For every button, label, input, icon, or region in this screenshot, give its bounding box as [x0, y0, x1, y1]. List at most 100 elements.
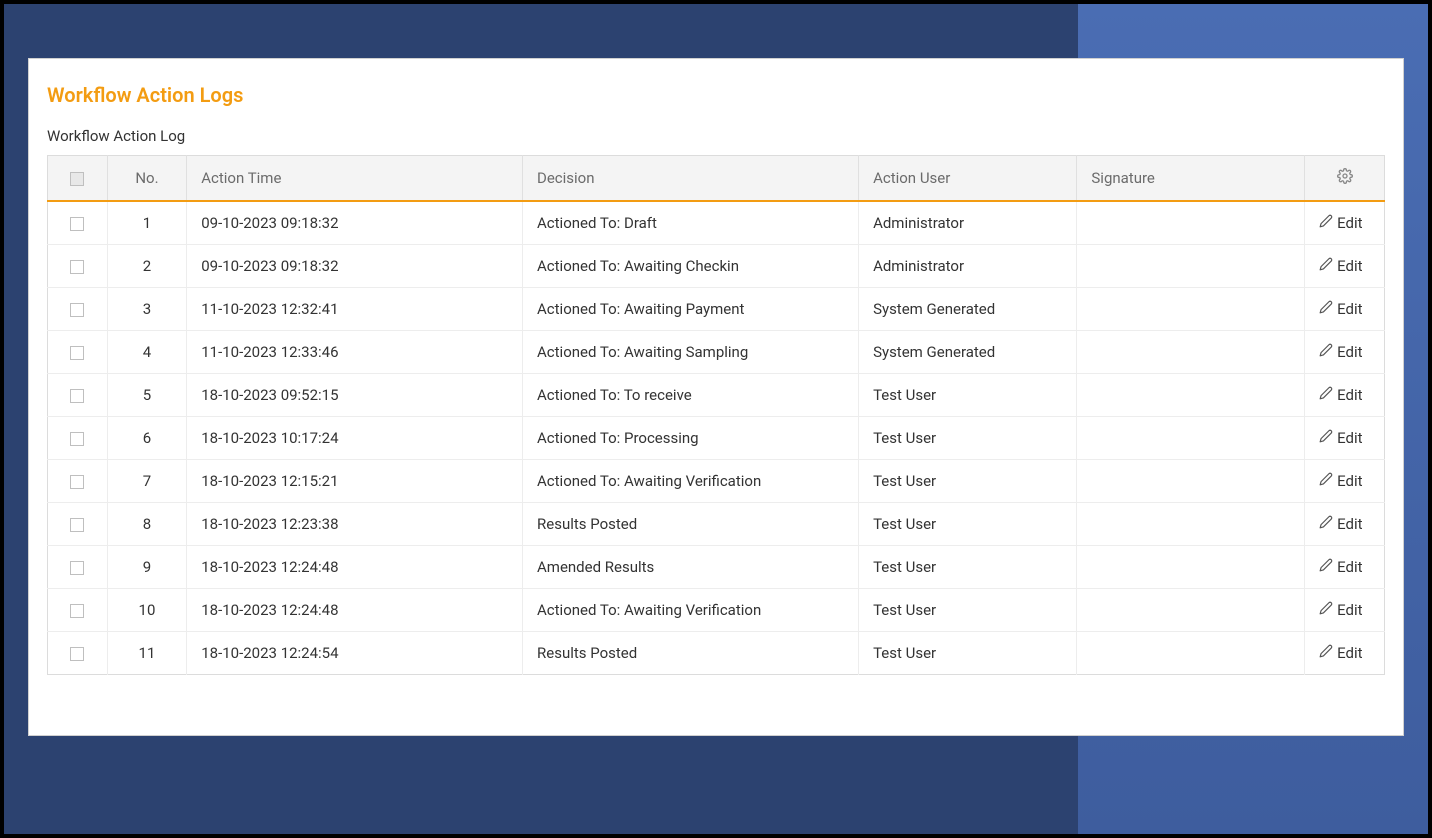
edit-label: Edit — [1337, 601, 1362, 619]
cell-no: 4 — [107, 331, 187, 374]
table-row: 209-10-2023 09:18:32Actioned To: Awaitin… — [48, 245, 1385, 288]
cell-no: 1 — [107, 201, 187, 245]
cell-signature — [1077, 417, 1305, 460]
row-checkbox[interactable] — [70, 346, 84, 360]
pencil-icon — [1319, 515, 1333, 533]
row-checkbox[interactable] — [70, 561, 84, 575]
edit-label: Edit — [1337, 214, 1362, 232]
cell-edit: Edit — [1305, 201, 1385, 245]
header-no[interactable]: No. — [107, 156, 187, 202]
row-checkbox[interactable] — [70, 604, 84, 618]
row-checkbox[interactable] — [70, 217, 84, 231]
row-checkbox[interactable] — [70, 432, 84, 446]
page-title: Workflow Action Logs — [47, 83, 1385, 107]
cell-action-user: Administrator — [859, 245, 1077, 288]
page-subtitle: Workflow Action Log — [47, 127, 1385, 145]
edit-label: Edit — [1337, 644, 1362, 662]
cell-edit: Edit — [1305, 460, 1385, 503]
cell-decision: Actioned To: Processing — [523, 417, 859, 460]
cell-no: 3 — [107, 288, 187, 331]
table-row: 918-10-2023 12:24:48Amended ResultsTest … — [48, 546, 1385, 589]
cell-decision: Actioned To: Awaiting Verification — [523, 460, 859, 503]
cell-no: 9 — [107, 546, 187, 589]
pencil-icon — [1319, 644, 1333, 662]
row-checkbox[interactable] — [70, 389, 84, 403]
gear-icon — [1337, 168, 1353, 188]
edit-label: Edit — [1337, 515, 1362, 533]
cell-action-user: Test User — [859, 503, 1077, 546]
cell-no: 8 — [107, 503, 187, 546]
header-action-user[interactable]: Action User — [859, 156, 1077, 202]
edit-button[interactable]: Edit — [1319, 257, 1362, 275]
row-checkbox-cell — [48, 460, 108, 503]
cell-action-user: Administrator — [859, 201, 1077, 245]
edit-label: Edit — [1337, 472, 1362, 490]
workflow-log-table: No. Action Time Decision Action User Sig… — [47, 155, 1385, 675]
cell-signature — [1077, 245, 1305, 288]
cell-action-time: 18-10-2023 12:24:48 — [187, 589, 523, 632]
edit-label: Edit — [1337, 386, 1362, 404]
edit-button[interactable]: Edit — [1319, 386, 1362, 404]
cell-action-user: Test User — [859, 589, 1077, 632]
cell-action-user: Test User — [859, 417, 1077, 460]
cell-decision: Actioned To: Awaiting Verification — [523, 589, 859, 632]
cell-edit: Edit — [1305, 503, 1385, 546]
header-decision[interactable]: Decision — [523, 156, 859, 202]
table-header-row: No. Action Time Decision Action User Sig… — [48, 156, 1385, 202]
cell-no: 2 — [107, 245, 187, 288]
pencil-icon — [1319, 386, 1333, 404]
cell-signature — [1077, 288, 1305, 331]
cell-no: 7 — [107, 460, 187, 503]
cell-action-user: Test User — [859, 460, 1077, 503]
pencil-icon — [1319, 558, 1333, 576]
pencil-icon — [1319, 343, 1333, 361]
cell-signature — [1077, 589, 1305, 632]
row-checkbox[interactable] — [70, 518, 84, 532]
edit-button[interactable]: Edit — [1319, 300, 1362, 318]
cell-edit: Edit — [1305, 417, 1385, 460]
table-row: 311-10-2023 12:32:41Actioned To: Awaitin… — [48, 288, 1385, 331]
cell-decision: Results Posted — [523, 503, 859, 546]
row-checkbox-cell — [48, 245, 108, 288]
row-checkbox[interactable] — [70, 647, 84, 661]
table-row: 411-10-2023 12:33:46Actioned To: Awaitin… — [48, 331, 1385, 374]
row-checkbox[interactable] — [70, 260, 84, 274]
cell-decision: Actioned To: Draft — [523, 201, 859, 245]
table-row: 109-10-2023 09:18:32Actioned To: DraftAd… — [48, 201, 1385, 245]
pencil-icon — [1319, 429, 1333, 447]
cell-action-time: 18-10-2023 12:23:38 — [187, 503, 523, 546]
table-row: 618-10-2023 10:17:24Actioned To: Process… — [48, 417, 1385, 460]
row-checkbox-cell — [48, 374, 108, 417]
select-all-checkbox[interactable] — [70, 172, 84, 186]
edit-button[interactable]: Edit — [1319, 214, 1362, 232]
row-checkbox-cell — [48, 331, 108, 374]
table-row: 718-10-2023 12:15:21Actioned To: Awaitin… — [48, 460, 1385, 503]
header-settings[interactable] — [1305, 156, 1385, 202]
header-checkbox-cell — [48, 156, 108, 202]
cell-no: 6 — [107, 417, 187, 460]
edit-button[interactable]: Edit — [1319, 601, 1362, 619]
row-checkbox[interactable] — [70, 475, 84, 489]
edit-button[interactable]: Edit — [1319, 343, 1362, 361]
cell-signature — [1077, 201, 1305, 245]
cell-edit: Edit — [1305, 632, 1385, 675]
cell-decision: Actioned To: Awaiting Sampling — [523, 331, 859, 374]
header-action-time[interactable]: Action Time — [187, 156, 523, 202]
edit-button[interactable]: Edit — [1319, 429, 1362, 447]
cell-decision: Amended Results — [523, 546, 859, 589]
header-signature[interactable]: Signature — [1077, 156, 1305, 202]
cell-action-time: 18-10-2023 09:52:15 — [187, 374, 523, 417]
cell-decision: Results Posted — [523, 632, 859, 675]
edit-button[interactable]: Edit — [1319, 515, 1362, 533]
pencil-icon — [1319, 472, 1333, 490]
edit-button[interactable]: Edit — [1319, 644, 1362, 662]
row-checkbox[interactable] — [70, 303, 84, 317]
row-checkbox-cell — [48, 546, 108, 589]
cell-action-time: 09-10-2023 09:18:32 — [187, 245, 523, 288]
edit-button[interactable]: Edit — [1319, 558, 1362, 576]
cell-signature — [1077, 460, 1305, 503]
table-row: 818-10-2023 12:23:38Results PostedTest U… — [48, 503, 1385, 546]
cell-no: 5 — [107, 374, 187, 417]
edit-button[interactable]: Edit — [1319, 472, 1362, 490]
workflow-logs-card: Workflow Action Logs Workflow Action Log… — [28, 58, 1404, 736]
